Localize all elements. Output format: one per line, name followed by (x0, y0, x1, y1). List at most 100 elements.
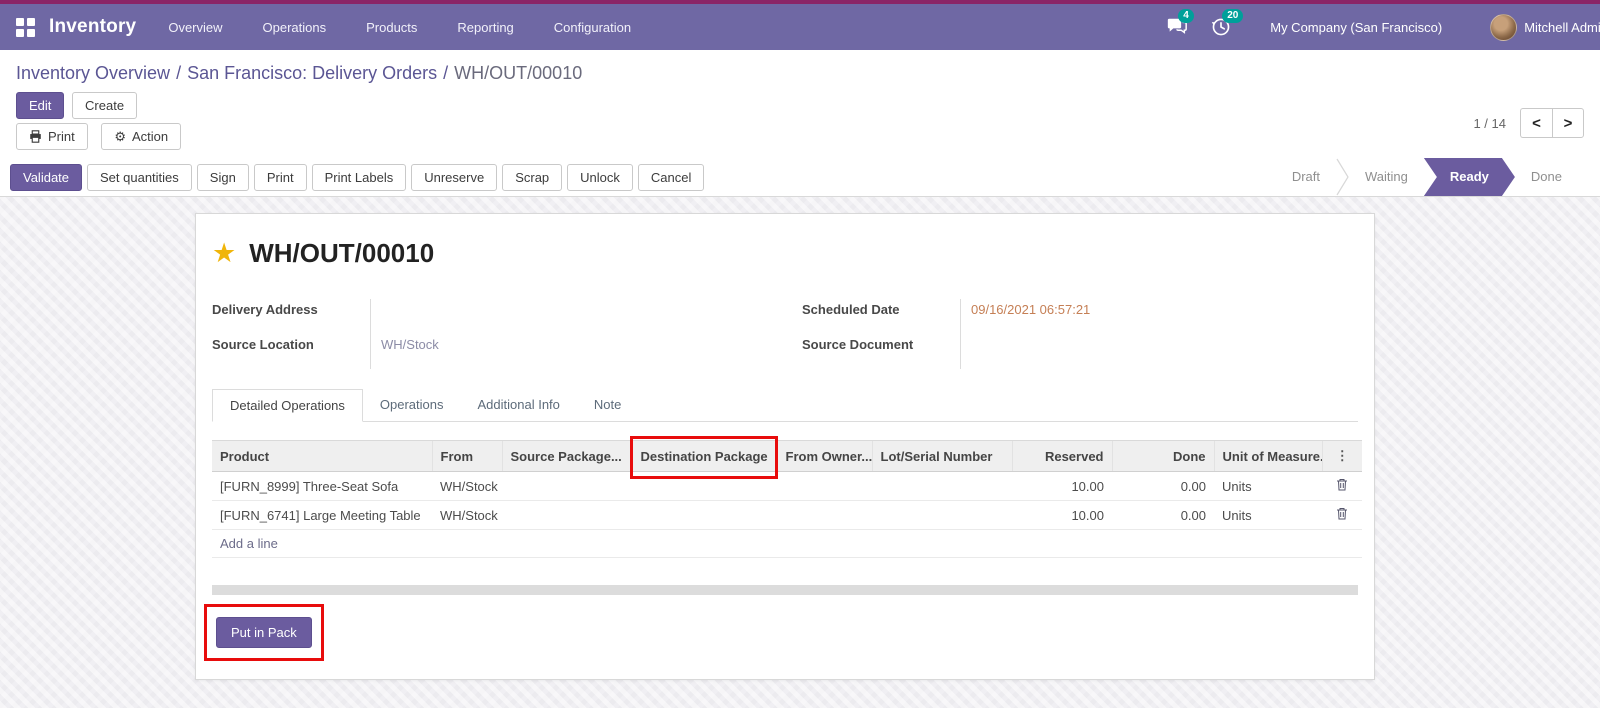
nav-menu: Overview Operations Products Reporting C… (166, 6, 633, 49)
column-done[interactable]: Done (1111, 440, 1214, 472)
column-source-package[interactable]: Source Package... (501, 440, 632, 472)
stage-draft[interactable]: Draft (1276, 158, 1336, 196)
table-header-row: Product From Source Package... Destinati… (212, 436, 1362, 479)
cell-from[interactable]: WH/Stock (432, 500, 502, 530)
scheduled-date-value[interactable]: 09/16/2021 06:57:21 (960, 299, 1358, 334)
column-from[interactable]: From (431, 440, 502, 472)
source-location-value[interactable]: WH/Stock (370, 334, 774, 369)
cell-from-owner[interactable] (777, 471, 872, 501)
column-product[interactable]: Product (212, 440, 432, 472)
trash-icon (1337, 508, 1347, 520)
breadcrumb-separator: / (443, 63, 449, 83)
app-name[interactable]: Inventory (49, 16, 136, 38)
stage-ready[interactable]: Ready (1424, 158, 1515, 196)
nav-item-configuration[interactable]: Configuration (552, 6, 633, 49)
cell-uom[interactable]: Units (1214, 500, 1322, 530)
scrap-button[interactable]: Scrap (502, 163, 563, 191)
action-menu-button[interactable]: ⚙ Action (101, 123, 182, 150)
cell-destination-package[interactable] (632, 471, 777, 501)
cell-source-package[interactable] (502, 500, 632, 530)
sign-button[interactable]: Sign (196, 163, 249, 191)
horizontal-scrollbar[interactable] (212, 585, 1358, 595)
tab-additional-info[interactable]: Additional Info (461, 389, 577, 421)
unlock-button[interactable]: Unlock (567, 163, 633, 191)
cell-product[interactable]: [FURN_6741] Large Meeting Table (212, 500, 432, 530)
stage-done[interactable]: Done (1515, 158, 1578, 196)
grid-square (16, 28, 24, 37)
unreserve-button[interactable]: Unreserve (411, 163, 498, 191)
breadcrumb-link-inventory-overview[interactable]: Inventory Overview (16, 63, 170, 83)
apps-menu-icon[interactable] (16, 17, 35, 37)
gear-icon: ⚙ (114, 129, 127, 144)
breadcrumb-link-delivery-orders[interactable]: San Francisco: Delivery Orders (187, 63, 437, 83)
put-in-pack-button[interactable]: Put in Pack (216, 617, 312, 648)
stage-waiting[interactable]: Waiting (1349, 158, 1424, 196)
tab-operations[interactable]: Operations (363, 389, 461, 421)
notebook-tabs: Detailed Operations Operations Additiona… (212, 389, 1358, 422)
cell-done[interactable]: 0.00 (1112, 500, 1214, 530)
source-document-label: Source Document (802, 337, 914, 352)
pager: 1 / 14 < > (1473, 108, 1584, 138)
print-button[interactable]: Print (253, 163, 307, 191)
favorite-star-icon[interactable]: ★ (212, 240, 236, 267)
document-title: WH/OUT/00010 (249, 238, 435, 268)
column-from-owner[interactable]: From Owner... (776, 440, 872, 472)
user-menu[interactable]: Mitchell Admin (1490, 13, 1600, 41)
print-labels-button[interactable]: Print Labels (311, 163, 407, 191)
validate-button[interactable]: Validate (10, 163, 83, 191)
set-quantities-button[interactable]: Set quantities (87, 163, 192, 191)
control-buttons: Edit Create Print ⚙ Action 1 / 14 < > (0, 92, 1600, 158)
field-column-right: Scheduled Date 09/16/2021 06:57:21 Sourc… (802, 299, 1358, 369)
cell-reserved[interactable]: 10.00 (1012, 500, 1112, 530)
field-source-location: Source Location WH/Stock (212, 334, 774, 369)
messages-icon[interactable]: 4 (1166, 9, 1194, 38)
source-document-value[interactable] (960, 334, 1358, 369)
cell-lot-serial[interactable] (872, 500, 1012, 530)
cell-lot-serial[interactable] (872, 471, 1012, 501)
optional-columns-toggle[interactable]: ⋮ (1321, 440, 1362, 472)
cell-done[interactable]: 0.00 (1112, 471, 1214, 501)
nav-item-overview[interactable]: Overview (166, 6, 224, 49)
activities-icon[interactable]: 20 (1210, 9, 1244, 38)
create-button[interactable]: Create (72, 92, 138, 119)
cell-uom[interactable]: Units (1214, 471, 1322, 501)
column-lot-serial[interactable]: Lot/Serial Number (871, 440, 1012, 472)
delivery-address-label: Delivery Address (212, 302, 318, 317)
form-view-background: ★ WH/OUT/00010 Delivery Address Source L… (0, 197, 1600, 708)
delete-row-button[interactable] (1336, 478, 1348, 494)
nav-item-reporting[interactable]: Reporting (455, 6, 515, 49)
pager-previous-button[interactable]: < (1520, 108, 1552, 138)
column-uom[interactable]: Unit of Measure... (1213, 440, 1322, 472)
messages-count-badge: 4 (1178, 9, 1194, 23)
add-a-line-link[interactable]: Add a line (212, 529, 1362, 558)
column-destination-package[interactable]: Destination Package (629, 436, 778, 479)
stage-separator (1336, 158, 1349, 196)
title-row: ★ WH/OUT/00010 (212, 238, 1358, 269)
statusbar-buttons: Validate Set quantities Sign Print Print… (10, 163, 705, 191)
cancel-button[interactable]: Cancel (637, 163, 705, 191)
cell-from-owner[interactable] (777, 500, 872, 530)
tab-detailed-operations[interactable]: Detailed Operations (212, 389, 363, 422)
top-navbar: Inventory Overview Operations Products R… (0, 4, 1600, 50)
company-switcher[interactable]: My Company (San Francisco) (1270, 20, 1442, 35)
put-in-pack-highlight: Put in Pack (204, 604, 324, 661)
nav-item-operations[interactable]: Operations (261, 6, 329, 49)
pager-next-button[interactable]: > (1552, 108, 1584, 138)
cell-reserved[interactable]: 10.00 (1012, 471, 1112, 501)
cell-from[interactable]: WH/Stock (432, 471, 502, 501)
scheduled-date-label: Scheduled Date (802, 302, 900, 317)
print-menu-button[interactable]: Print (16, 123, 88, 150)
delivery-address-value[interactable] (370, 299, 774, 334)
column-reserved[interactable]: Reserved (1011, 440, 1112, 472)
nav-item-products[interactable]: Products (364, 6, 419, 49)
cell-destination-package[interactable] (632, 500, 777, 530)
cell-product[interactable]: [FURN_8999] Three-Seat Sofa (212, 471, 432, 501)
add-a-line-row: Add a line (212, 529, 1362, 558)
tab-note[interactable]: Note (577, 389, 638, 421)
delete-row-button[interactable] (1336, 507, 1348, 523)
chevron-left-icon: < (1532, 114, 1541, 132)
edit-button[interactable]: Edit (16, 92, 65, 119)
grid-square (27, 17, 35, 26)
kebab-icon: ⋮ (1335, 448, 1349, 463)
cell-source-package[interactable] (502, 471, 632, 501)
